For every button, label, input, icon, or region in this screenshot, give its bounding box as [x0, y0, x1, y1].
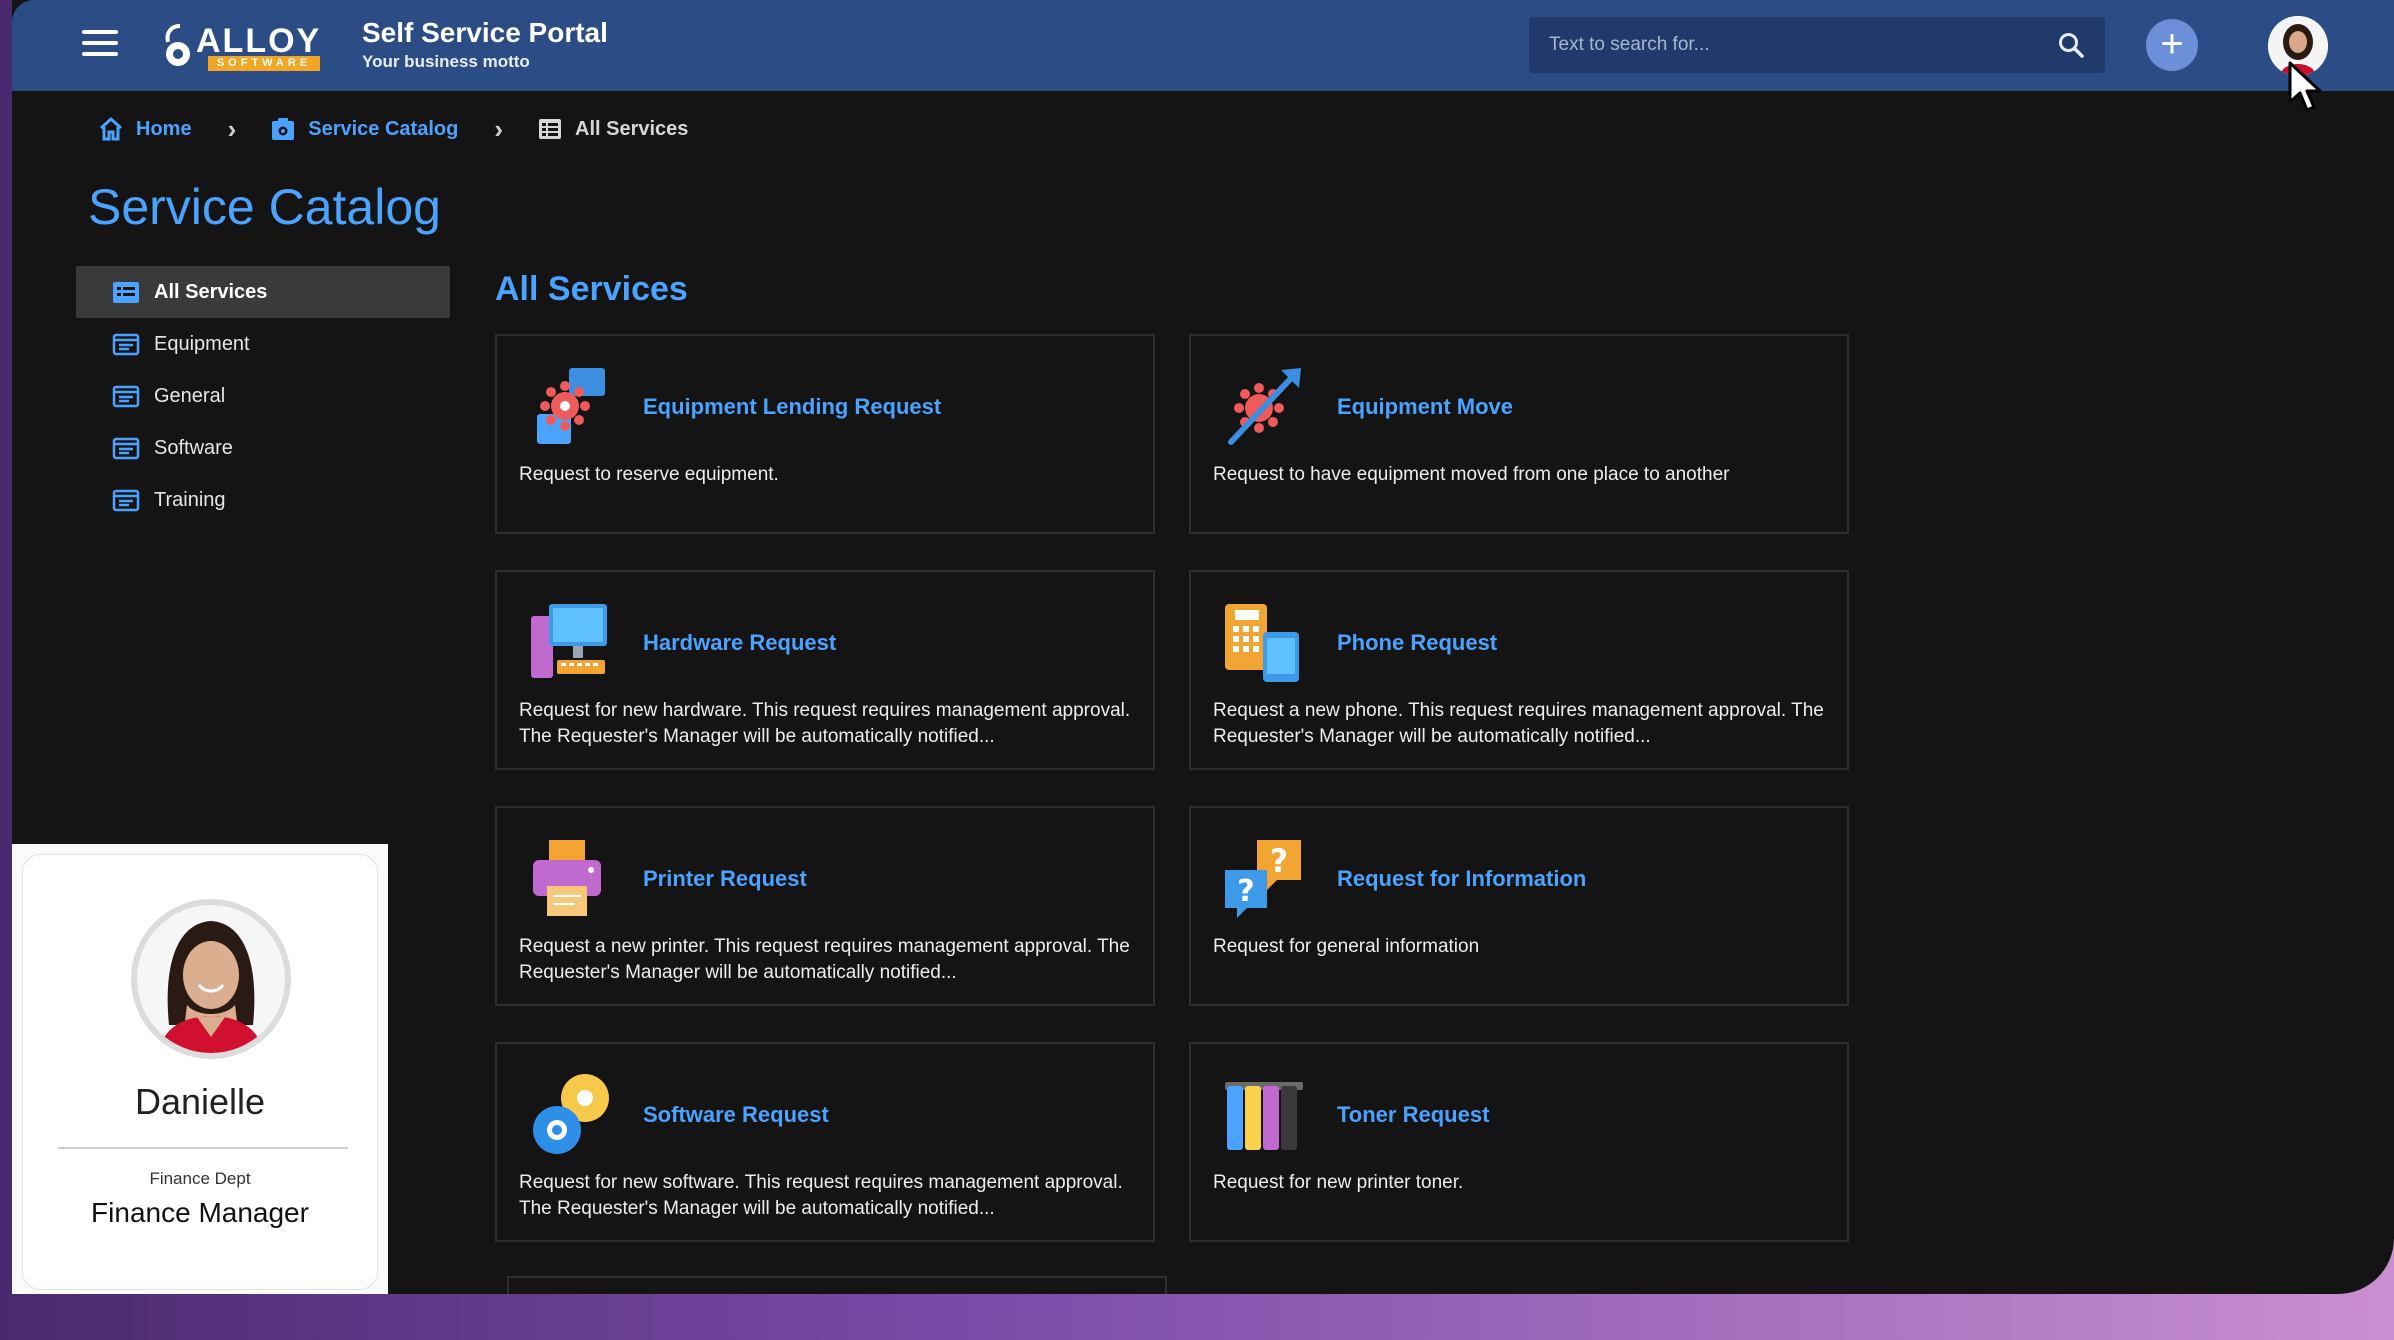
- service-card-software[interactable]: Software Request Request for new softwar…: [495, 1042, 1155, 1242]
- search-box: [1529, 17, 2105, 73]
- app-title: Self Service Portal: [362, 17, 608, 48]
- service-title: Phone Request: [1337, 630, 1498, 655]
- service-card-equipment-move[interactable]: Equipment Move Request to have equipment…: [1189, 334, 1849, 534]
- software-icon: [533, 1074, 609, 1154]
- equipment-move-icon: [1228, 368, 1301, 445]
- profile-divider: [58, 1147, 348, 1149]
- service-title: Equipment Move: [1337, 394, 1514, 419]
- alloy-logo[interactable]: ALLOY SOFTWARE: [164, 22, 332, 71]
- search-icon[interactable]: [2057, 31, 2085, 59]
- profile-avatar: [131, 899, 291, 1059]
- service-description: Request to reserve equipment.: [519, 464, 779, 485]
- service-description: Request a new phone. This request requir…: [1213, 700, 1824, 747]
- service-description: Request for new hardware. This request r…: [519, 700, 1131, 747]
- service-description: Request for new printer toner.: [1213, 1172, 1464, 1193]
- list-icon: [539, 119, 561, 139]
- breadcrumb-service-catalog-label: Service Catalog: [308, 117, 459, 140]
- add-button[interactable]: +: [2146, 19, 2198, 71]
- service-description: Request for new software. This request r…: [519, 1172, 1123, 1219]
- sidebar-item-label: Equipment: [154, 332, 250, 355]
- app-motto: Your business motto: [362, 52, 530, 71]
- breadcrumb-home-label: Home: [136, 117, 192, 140]
- hardware-icon: [531, 604, 607, 678]
- service-title: Request for Information: [1337, 866, 1587, 891]
- service-card-toner[interactable]: Toner Request Request for new printer to…: [1189, 1042, 1849, 1242]
- breadcrumb: Home › Service Catalog › All Services: [98, 114, 688, 144]
- profile-card: Danielle Finance Dept Finance Manager: [12, 844, 388, 1294]
- chevron-right-icon: ›: [494, 113, 503, 144]
- category-sidebar: All Services Equipment General Software …: [76, 266, 450, 526]
- search-input[interactable]: [1549, 17, 2029, 73]
- svg-text:?: ?: [1270, 842, 1289, 880]
- sidebar-item-label: All Services: [154, 280, 268, 303]
- folder-icon: [112, 333, 140, 356]
- sidebar-item-label: Software: [154, 436, 233, 459]
- service-title: Software Request: [643, 1102, 829, 1127]
- breadcrumb-all-services-label: All Services: [575, 117, 689, 140]
- mouse-cursor-icon: [2288, 61, 2322, 112]
- sidebar-item-all-services[interactable]: All Services: [76, 266, 450, 318]
- service-card-equipment-lending[interactable]: Equipment Lending Request Request to res…: [495, 334, 1155, 534]
- breadcrumb-home[interactable]: Home: [98, 116, 192, 142]
- sidebar-item-equipment[interactable]: Equipment: [76, 318, 450, 370]
- sidebar-item-label: Training: [154, 488, 226, 511]
- service-description: Request to have equipment moved from one…: [1213, 464, 1730, 485]
- home-icon: [99, 117, 123, 141]
- service-description: Request a new printer. This request requ…: [519, 936, 1130, 983]
- service-title: Equipment Lending Request: [643, 394, 942, 419]
- section-title: All Services: [495, 270, 688, 308]
- folder-list-icon: [113, 282, 139, 303]
- breadcrumb-service-catalog[interactable]: Service Catalog: [270, 116, 458, 142]
- breadcrumb-all-services: All Services: [537, 116, 688, 142]
- phone-icon: [1225, 604, 1299, 682]
- folder-icon: [112, 385, 140, 408]
- toner-icon: [1225, 1082, 1303, 1150]
- plus-icon: +: [2160, 22, 2184, 66]
- folder-icon: [112, 489, 140, 512]
- service-card-phone[interactable]: Phone Request Request a new phone. This …: [1189, 570, 1849, 770]
- logo-subword: SOFTWARE: [208, 56, 320, 71]
- top-bar: ALLOY SOFTWARE Self Service Portal Your …: [12, 0, 2394, 91]
- printer-icon: [533, 840, 601, 916]
- profile-role: Finance Manager: [91, 1197, 309, 1228]
- chevron-right-icon: ›: [227, 113, 237, 144]
- service-card-partial[interactable]: [507, 1276, 1167, 1294]
- service-description: Request for general information: [1213, 936, 1480, 957]
- information-icon: ? ?: [1225, 840, 1301, 918]
- service-catalog-icon: [272, 118, 295, 140]
- profile-name: Danielle: [134, 1081, 266, 1122]
- service-title: Printer Request: [643, 866, 807, 891]
- sidebar-item-software[interactable]: Software: [76, 422, 450, 474]
- service-card-hardware[interactable]: Hardware Request Request for new hardwar…: [495, 570, 1155, 770]
- service-title: Toner Request: [1337, 1102, 1490, 1127]
- folder-icon: [112, 437, 140, 460]
- menu-icon[interactable]: [82, 30, 118, 58]
- sidebar-item-general[interactable]: General: [76, 370, 450, 422]
- profile-department: Finance Dept: [149, 1169, 251, 1188]
- equipment-lending-icon: [537, 368, 605, 444]
- profile-card-inner: Danielle Finance Dept Finance Manager: [22, 854, 378, 1290]
- service-card-request-information[interactable]: ? ? Request for Information Request for …: [1189, 806, 1849, 1006]
- svg-text:?: ?: [1237, 874, 1254, 909]
- service-card-printer[interactable]: Printer Request Request a new printer. T…: [495, 806, 1155, 1006]
- page-title: Service Catalog: [88, 179, 441, 235]
- sidebar-item-label: General: [154, 384, 226, 407]
- sidebar-item-training[interactable]: Training: [76, 474, 450, 526]
- service-title: Hardware Request: [643, 630, 837, 655]
